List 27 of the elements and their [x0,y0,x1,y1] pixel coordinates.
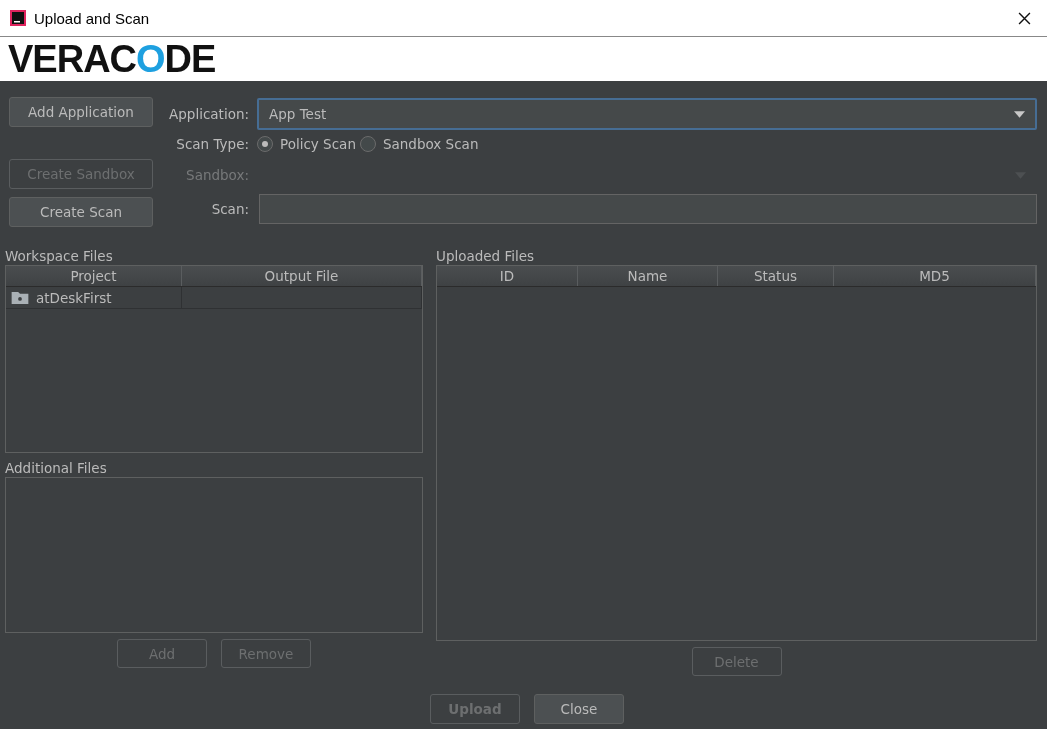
section-title: Workspace Files [5,247,114,265]
column-header[interactable]: ID [437,266,578,286]
section-title: Uploaded Files [436,247,536,265]
application-dropdown[interactable]: App Test [257,98,1037,130]
section-title: Additional Files [5,459,108,477]
field-label: Scan: [210,201,249,217]
column-header[interactable]: Project [6,266,182,286]
close-icon[interactable] [1018,11,1031,25]
dialog-button[interactable]: Close [534,694,624,724]
column-header[interactable]: Name [578,266,718,286]
action-button[interactable]: Create Scan [9,197,153,227]
dropdown-caret-icon [1014,110,1025,118]
column-header[interactable]: Output File [182,266,422,286]
column-header[interactable]: Status [718,266,834,286]
action-button[interactable]: Add Application [9,97,153,127]
radio-option[interactable]: Policy Scan [257,136,356,152]
logo: VERACODE [8,40,216,78]
app-icon [10,10,26,26]
window-title: Upload and Scan [34,9,151,27]
column-header[interactable]: MD5 [834,266,1036,286]
field-label: Sandbox: [185,167,249,183]
scan-input-field[interactable] [259,194,1037,224]
folder-icon [11,291,29,304]
field-label: Application: [168,106,249,122]
radio-option[interactable]: Sandbox Scan [359,136,479,152]
field-label: Scan Type: [175,136,249,152]
table-cell: atDeskFirst [6,287,182,308]
